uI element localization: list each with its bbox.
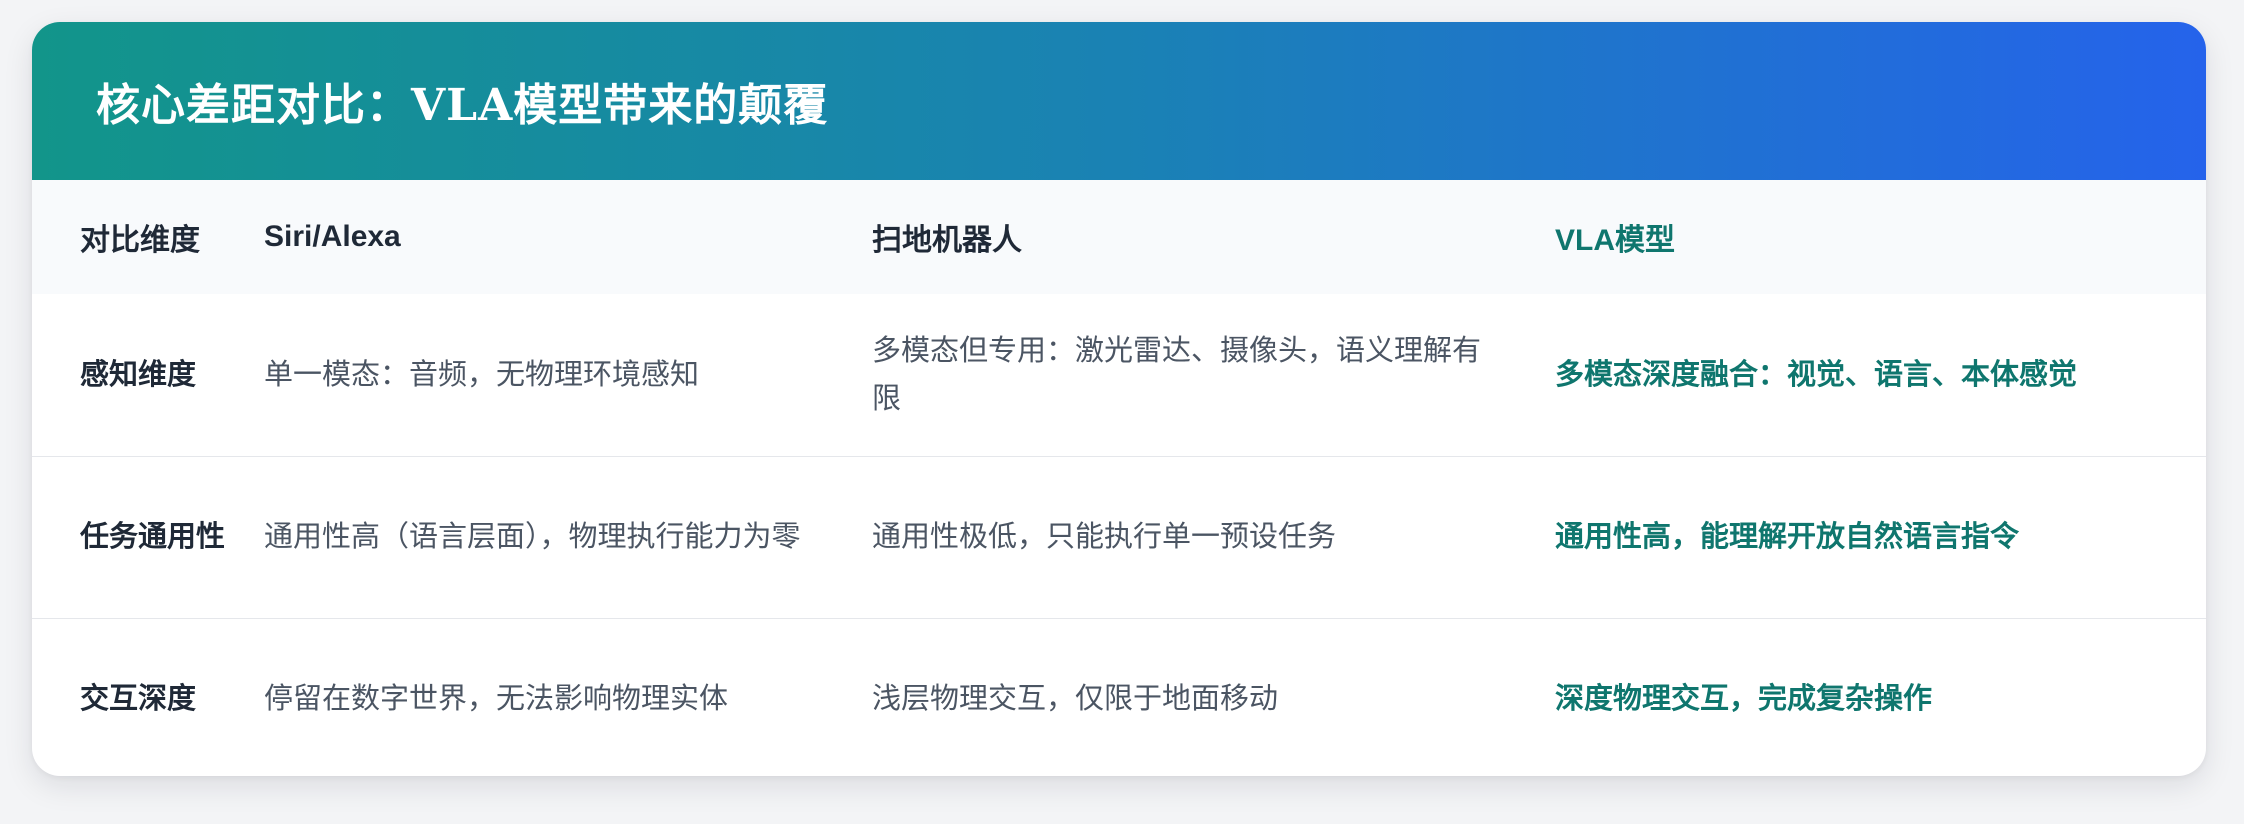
siri-alexa-cell: 停留在数字世界，无法影响物理实体 (264, 683, 729, 716)
row-dimension-cell: 任务通用性 (80, 521, 226, 553)
row-dimension-cell: 感知维度 (80, 358, 197, 391)
row-dimension-cell: 交互深度 (80, 683, 197, 716)
robot-vacuum-cell: 浅层物理交互，仅限于地面移动 (872, 683, 1279, 716)
siri-alexa-cell: 单一模态：音频，无物理环境感知 (264, 358, 700, 391)
table-row: 感知维度 单一模态：音频，无物理环境感知 多模态但专用：激光雷达、摄像头，语义理… (32, 294, 2206, 456)
vla-model-cell: 多模态深度融合：视觉、语言、本体感觉 (1555, 358, 2078, 391)
robot-vacuum-cell: 多模态但专用：激光雷达、摄像头，语义理解有限 (872, 334, 1482, 415)
vla-model-cell: 通用性高，能理解开放自然语言指令 (1555, 521, 2020, 553)
column-header-robot-vacuum: 扫地机器人 (872, 224, 1022, 257)
table-row: 任务通用性 通用性高（语言层面），物理执行能力为零 通用性极低，只能执行单一预设… (32, 456, 2206, 618)
comparison-card: 核心差距对比：VLA模型带来的颠覆 对比维度 Siri/Alexa 扫地机器人 … (32, 22, 2206, 776)
siri-alexa-cell: 通用性高（语言层面），物理执行能力为零 (264, 521, 801, 553)
robot-vacuum-cell: 通用性极低，只能执行单一预设任务 (872, 521, 1337, 553)
vla-model-cell: 深度物理交互，完成复杂操作 (1555, 683, 1933, 716)
table-header-row: 对比维度 Siri/Alexa 扫地机器人 VLA模型 (32, 180, 2206, 294)
comparison-table: 对比维度 Siri/Alexa 扫地机器人 VLA模型 感知维度 单一模态：音频… (32, 180, 2206, 776)
column-header-dimension: 对比维度 (80, 224, 200, 257)
card-header: 核心差距对比：VLA模型带来的颠覆 (32, 22, 2206, 180)
table-row: 交互深度 停留在数字世界，无法影响物理实体 浅层物理交互，仅限于地面移动 深度物… (32, 618, 2206, 776)
column-header-vla-model: VLA模型 (1555, 224, 1675, 257)
page-title: 核心差距对比：VLA模型带来的颠覆 (96, 80, 829, 131)
column-header-siri-alexa: Siri/Alexa (264, 220, 401, 253)
